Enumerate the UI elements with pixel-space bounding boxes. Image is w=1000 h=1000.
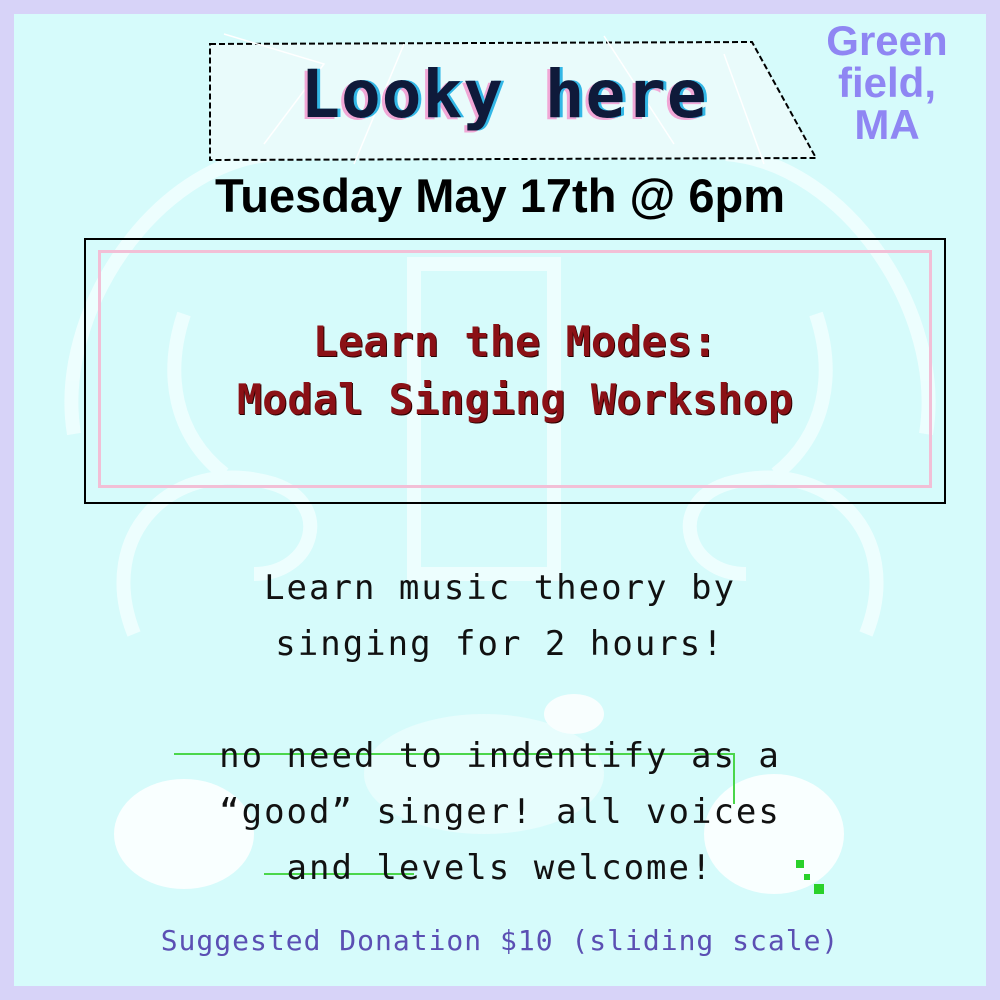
location-line-1: Green [826,17,948,64]
description-line: singing for 2 hours! [275,624,725,664]
description-paragraph-2: no need to indentify as a “good” singer!… [0,728,1000,896]
description-line: and levels welcome! [286,848,714,888]
description-line: Learn music theory by [264,568,736,608]
event-date: Tuesday May 17th @ 6pm [215,169,785,222]
workshop-title: Learn the Modes: Modal Singing Workshop [101,313,929,429]
donation-info: Suggested Donation $10 (sliding scale) [160,924,840,957]
title-banner: Looky here [204,24,844,174]
description-paragraph-1: Learn music theory by singing for 2 hour… [0,560,1000,672]
workshop-title-line-2: Modal Singing Workshop [236,375,794,424]
location: Green field, MA [802,20,972,146]
event-series-title: Looky here [300,56,708,133]
description-line: no need to indentify as a [219,736,781,776]
location-line-3: MA [854,101,920,148]
location-line-2: field, [837,59,936,106]
workshop-inner-border: Learn the Modes: Modal Singing Workshop [98,250,932,488]
description-line: “good” singer! all voices [219,792,781,832]
workshop-box: Learn the Modes: Modal Singing Workshop [84,238,946,504]
workshop-title-line-1: Learn the Modes: [312,317,718,366]
